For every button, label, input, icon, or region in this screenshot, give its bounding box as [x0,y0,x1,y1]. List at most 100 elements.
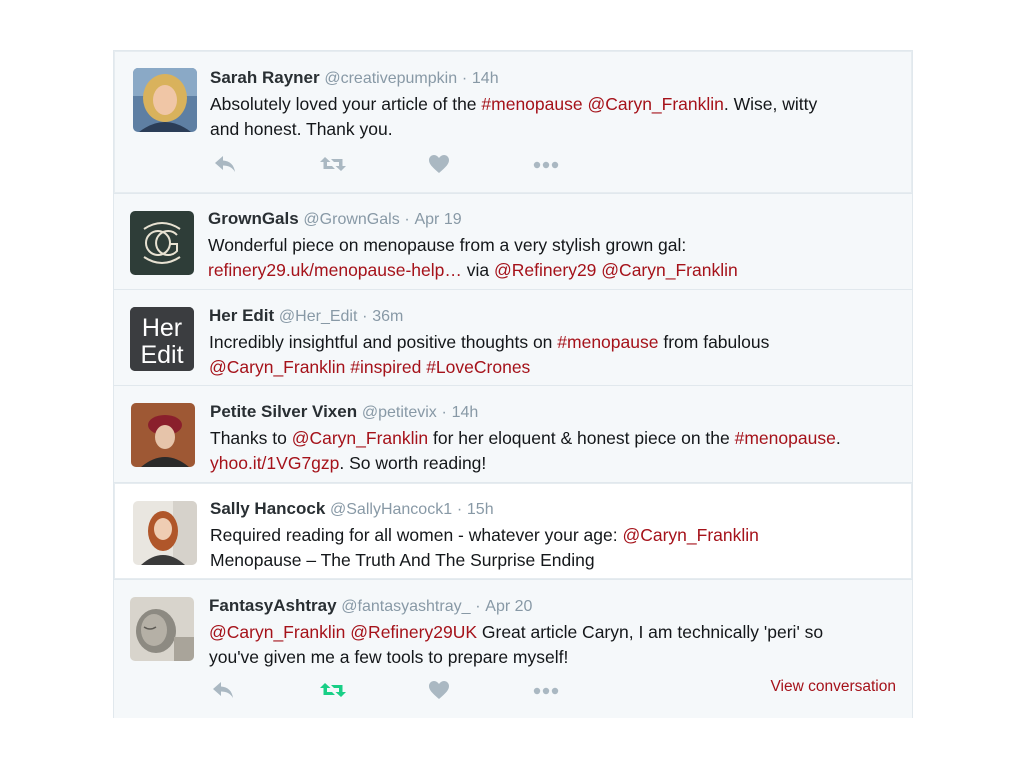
separator: · [475,598,481,615]
avatar[interactable] [130,211,194,275]
separator: · [441,404,447,421]
retweet-button[interactable] [318,679,348,705]
like-button[interactable] [424,679,454,705]
timestamp[interactable]: 14h [452,404,479,421]
tweet-text-segment: . So worth reading! [339,453,487,473]
tweet-text-segment: Required reading for all women - whateve… [210,525,623,545]
text-line-2: refinery29.uk/menopause-help… via @Refin… [208,258,898,283]
hashtag-link[interactable]: #menopause [481,94,582,114]
separator: · [404,211,410,228]
tweet-text-segment: and honest. Thank you. [210,119,393,139]
author-name[interactable]: FantasyAshtray [209,596,337,615]
text-line-1: Required reading for all women - whateve… [210,523,898,548]
author-handle[interactable]: @GrownGals [303,211,399,228]
author-handle[interactable]: @creativepumpkin [324,70,457,87]
tweet-header: FantasyAshtray @fantasyashtray_ · Apr 20 [209,595,898,618]
tweet-header: Petite Silver Vixen @petitevix · 14h [210,401,898,424]
heart-icon [428,680,450,705]
mention-link[interactable]: @Refinery29UK [350,622,477,642]
author-name[interactable]: Petite Silver Vixen [210,402,357,421]
heart-icon [428,154,450,179]
author-handle[interactable]: @Her_Edit [279,308,358,325]
text-line-1: Wonderful piece on menopause from a very… [208,233,898,258]
reply-button[interactable] [208,679,238,705]
tweet-text-segment: Menopause – The Truth And The Surprise E… [210,550,595,570]
mention-link[interactable]: @Caryn_Franklin [601,260,737,280]
hashtag-link[interactable]: #inspired [350,357,421,377]
tweet-text-segment: for her eloquent & honest piece on the [428,428,735,448]
tweet-text-segment: Great article Caryn, I am technically 'p… [477,622,824,642]
tweet-text-segment: you've given me a few tools to prepare m… [209,647,569,667]
text-line-2: and honest. Thank you. [210,117,898,142]
text-line-1: @Caryn_Franklin @Refinery29UK Great arti… [209,620,898,645]
tweet-text: Thanks to @Caryn_Franklin for her eloque… [210,426,898,476]
tweet-fantasyashtray[interactable]: FantasyAshtray @fantasyashtray_ · Apr 20… [114,580,912,718]
author-name[interactable]: Her Edit [209,306,274,325]
reply-icon [213,154,237,179]
hashtag-link[interactable]: #menopause [735,428,836,448]
tweet-header: GrownGals @GrownGals · Apr 19 [208,208,898,231]
tweet-growngals[interactable]: GrownGals @GrownGals · Apr 19 Wonderful … [114,194,912,290]
tweet-text-segment: via [461,260,495,280]
tweet-text: Required reading for all women - whateve… [210,523,898,573]
tweet-header: Sarah Rayner @creativepumpkin · 14h [210,67,898,90]
more-button[interactable] [531,679,561,705]
avatar[interactable] [133,68,197,132]
avatar[interactable] [131,403,195,467]
author-handle[interactable]: @SallyHancock1 [330,501,452,518]
tweet-text: Incredibly insightful and positive thoug… [209,330,898,380]
mention-link[interactable]: @Refinery29 [494,260,596,280]
mention-link[interactable]: @Caryn_Franklin [622,525,758,545]
avatar[interactable] [130,597,194,661]
url-link[interactable]: refinery29.uk/menopause-help… [208,260,462,280]
tweet-text-segment: from fabulous [658,332,770,352]
retweet-icon [319,680,347,705]
author-name[interactable]: GrownGals [208,209,299,228]
tweet-her-edit[interactable]: Her Edit Her Edit @Her_Edit · 36m Incred… [114,290,912,386]
tweet-text-segment: Incredibly insightful and positive thoug… [209,332,558,352]
tweet-text: Absolutely loved your article of the #me… [210,92,898,142]
tweet-text-segment: Wonderful piece on menopause from a very… [208,235,687,255]
avatar[interactable]: Her Edit [130,307,194,371]
author-name[interactable]: Sally Hancock [210,499,325,518]
hashtag-link[interactable]: #LoveCrones [426,357,530,377]
separator: · [461,70,468,87]
avatar[interactable] [133,501,197,565]
mention-link[interactable]: @Caryn_Franklin [209,357,345,377]
retweet-icon [319,154,347,179]
timestamp[interactable]: 15h [467,501,494,518]
tweet-text-segment: . [835,428,841,448]
url-link[interactable]: yhoo.it/1VG7gzp [210,453,339,473]
more-icon [532,157,560,175]
hashtag-link[interactable]: #menopause [557,332,658,352]
author-handle[interactable]: @fantasyashtray_ [341,598,470,615]
timestamp[interactable]: Apr 19 [414,211,461,228]
view-conversation-link[interactable]: View conversation [770,678,896,696]
text-line-1: Incredibly insightful and positive thoug… [209,330,898,355]
tweet-header: Her Edit @Her_Edit · 36m [209,305,898,328]
more-button[interactable] [531,153,561,179]
timestamp[interactable]: 14h [472,70,499,87]
text-line-2: you've given me a few tools to prepare m… [209,645,898,670]
author-name[interactable]: Sarah Rayner [210,68,320,87]
avatar-logo-text: Edit [140,341,183,369]
tweet-text: Wonderful piece on menopause from a very… [208,233,898,283]
tweet-petite-silver-vixen[interactable]: Petite Silver Vixen @petitevix · 14h Tha… [114,386,912,483]
reply-icon [211,680,235,705]
tweet-header: Sally Hancock @SallyHancock1 · 15h [210,498,898,521]
mention-link[interactable]: @Caryn_Franklin [292,428,428,448]
mention-link[interactable]: @Caryn_Franklin [587,94,723,114]
text-line-2: @Caryn_Franklin #inspired #LoveCrones [209,355,898,380]
timestamp[interactable]: 36m [372,308,403,325]
reply-button[interactable] [210,153,240,179]
timestamp[interactable]: Apr 20 [485,598,532,615]
tweet-sarah-rayner[interactable]: Sarah Rayner @creativepumpkin · 14h Abso… [114,50,912,194]
retweet-button[interactable] [318,153,348,179]
text-line-1: Absolutely loved your article of the #me… [210,92,898,117]
avatar-logo-text: Her [142,314,182,342]
author-handle[interactable]: @petitevix [362,404,437,421]
tweet-text-segment: . Wise, witty [723,94,818,114]
like-button[interactable] [424,153,454,179]
mention-link[interactable]: @Caryn_Franklin [209,622,345,642]
tweet-sally-hancock[interactable]: Sally Hancock @SallyHancock1 · 15h Requi… [114,483,912,580]
